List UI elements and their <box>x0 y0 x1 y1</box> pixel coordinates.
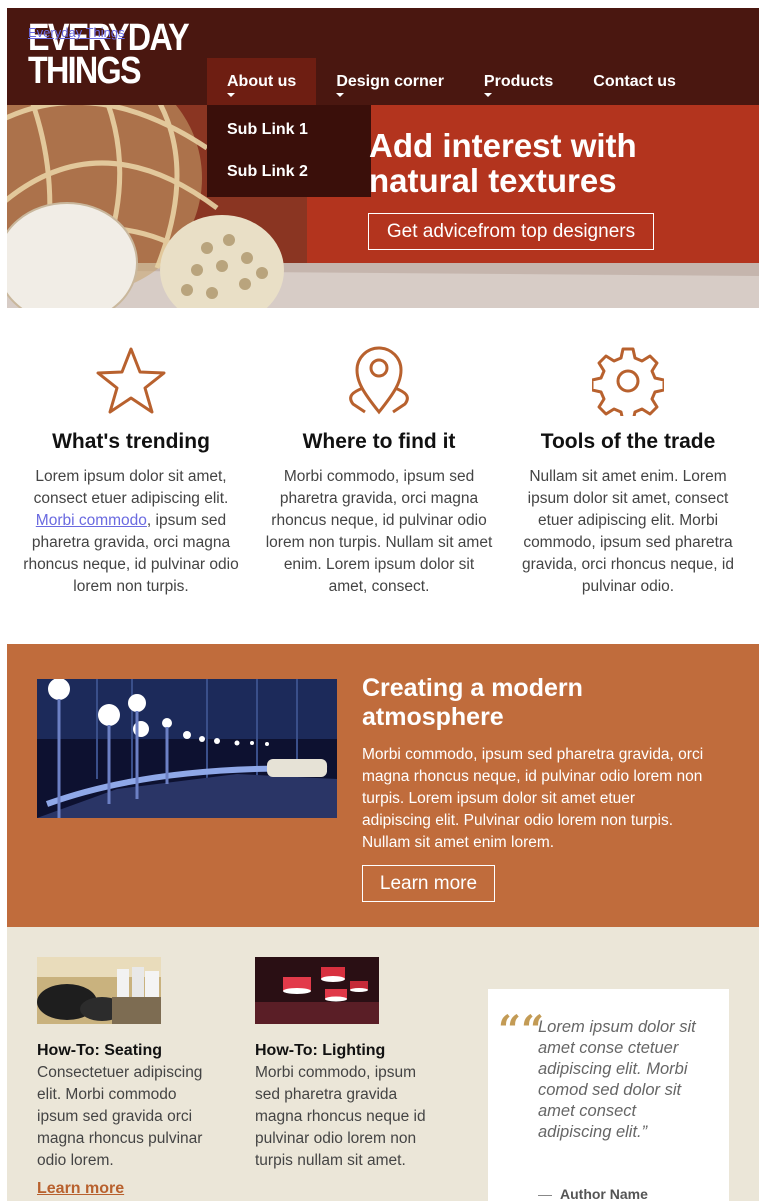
seating-thumbnail <box>37 957 161 1024</box>
nav-item-products[interactable]: Products <box>464 58 573 105</box>
morbi-commodo-link[interactable]: Morbi commodo <box>36 512 147 529</box>
feature-title: What's trending <box>52 430 210 453</box>
home-link[interactable]: Everyday Things <box>28 25 125 40</box>
caret-down-icon <box>227 93 235 97</box>
modern-atmosphere-image <box>37 679 337 818</box>
nav-label: Products <box>483 72 554 90</box>
feature-text: Morbi commodo, ipsum sed pharetra gravid… <box>265 468 493 595</box>
nav-label: Contact us <box>593 72 676 90</box>
testimonial-quote: ““ Lorem ipsum dolor sit amet conse ctet… <box>488 989 729 1201</box>
seating-photo <box>37 957 161 1024</box>
hero-cta-button[interactable]: Get advicefrom top designers <box>368 213 654 250</box>
quote-author: Author Name <box>560 1186 648 1201</box>
lighting-photo <box>255 957 379 1024</box>
card-text: Morbi commodo, ipsum sed pharetra gravid… <box>255 1064 426 1169</box>
features-section: What's trending Lorem ipsum dolor sit am… <box>7 308 759 644</box>
feature-whats-trending: What's trending Lorem ipsum dolor sit am… <box>16 308 246 598</box>
dropdown-item-sub-link-1[interactable]: Sub Link 1 <box>207 109 371 151</box>
bottom-section: How-To: Seating Consectetuer adipiscing … <box>7 927 759 1201</box>
star-icon <box>96 347 166 414</box>
nav-item-about-us[interactable]: About us <box>207 58 317 105</box>
nav-item-design-corner[interactable]: Design corner <box>316 58 464 105</box>
about-us-dropdown-menu: Sub Link 1 Sub Link 2 <box>207 105 371 197</box>
feature-title: Where to find it <box>302 430 456 453</box>
feature-tools-of-the-trade: Tools of the trade Nullam sit amet enim.… <box>513 308 743 598</box>
card-seating: How-To: Seating Consectetuer adipiscing … <box>37 957 217 1198</box>
feature-title: Tools of the trade <box>540 430 716 453</box>
card-learn-more-link[interactable]: Learn more <box>37 1180 217 1198</box>
caret-down-icon <box>336 93 345 97</box>
dropdown-item-sub-link-2[interactable]: Sub Link 2 <box>207 151 371 193</box>
map-pin-icon <box>349 346 409 415</box>
lounge-photo <box>37 679 337 818</box>
hero-title: Add interest with natural textures <box>369 127 637 199</box>
lighting-thumbnail <box>255 957 379 1024</box>
logo-wordmark-line2: THINGS <box>28 50 142 92</box>
nav-item-contact-us[interactable]: Contact us <box>573 58 696 105</box>
promo-title: Creating a modern atmosphere <box>362 674 583 731</box>
feature-text: Lorem ipsum dolor sit amet, consect etue… <box>23 468 239 595</box>
card-title: How-To: Lighting <box>255 1042 386 1059</box>
card-title: How-To: Seating <box>37 1042 163 1059</box>
gear-icon <box>592 347 664 416</box>
promo-learn-more-button[interactable]: Learn more <box>362 865 495 902</box>
nav-label: About us <box>227 72 297 90</box>
quote-text: Lorem ipsum dolor sit amet conse ctetuer… <box>538 1018 696 1141</box>
card-lighting: How-To: Lighting Morbi commodo, ipsum se… <box>255 957 435 1172</box>
main-nav: About us Design corner Products Contact … <box>207 58 696 105</box>
caret-down-icon <box>483 93 492 97</box>
card-text: Consectetuer adipiscing elit. Morbi comm… <box>37 1064 203 1169</box>
nav-label: Design corner <box>336 72 444 90</box>
feature-text: Nullam sit amet enim. Lorem ipsum dolor … <box>522 468 734 595</box>
author-dash <box>538 1195 552 1196</box>
promo-text: Morbi commodo, ipsum sed pharetra gravid… <box>362 746 704 851</box>
feature-where-to-find-it: Where to find it Morbi commodo, ipsum se… <box>264 308 494 598</box>
promo-band: Creating a modern atmosphere Morbi commo… <box>7 644 759 927</box>
